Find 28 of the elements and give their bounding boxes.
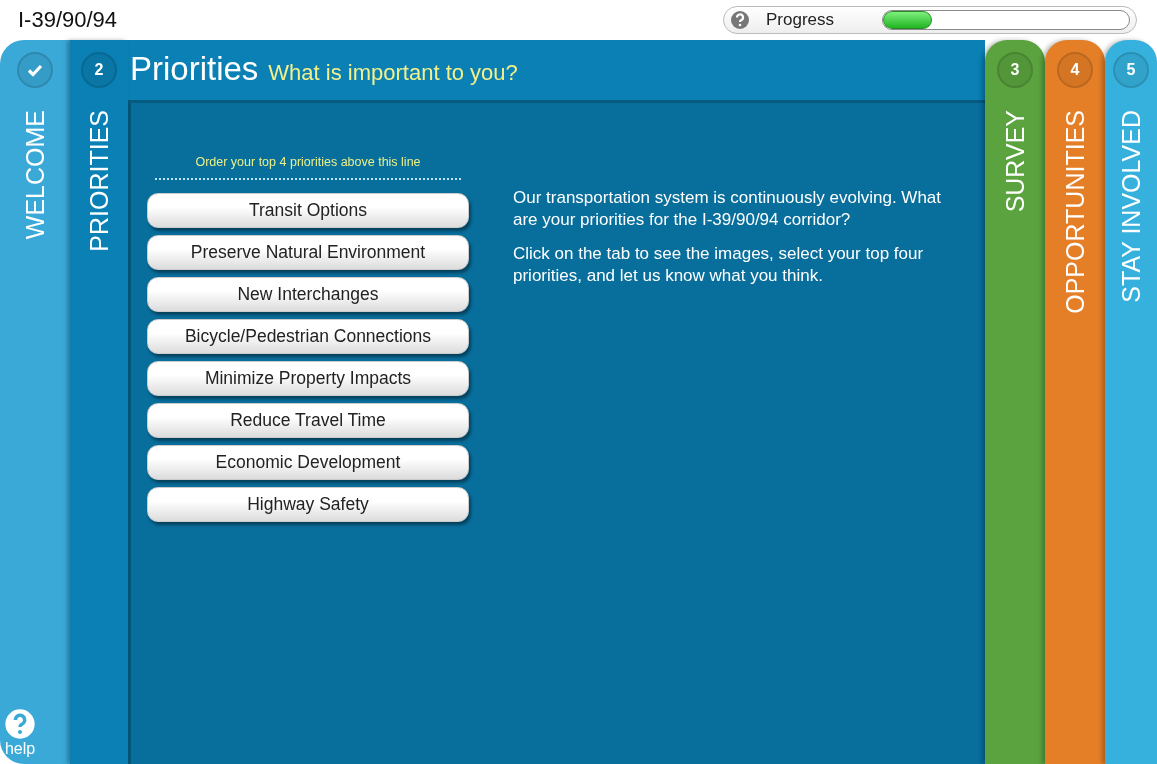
step-label: SURVEY (1000, 110, 1030, 213)
priority-button[interactable]: Transit Options (147, 193, 469, 228)
page-title: Priorities (130, 50, 259, 88)
step-number: 3 (1010, 61, 1020, 79)
page-subtitle: What is important to you? (268, 60, 518, 86)
priority-button[interactable]: Highway Safety (147, 487, 469, 522)
priority-button[interactable]: Bicycle/Pedestrian Connections (147, 319, 469, 354)
site-title: I-39/90/94 (18, 7, 118, 33)
step-tab[interactable]: 2 PRIORITIES (70, 40, 128, 764)
instruction-text: Order your top 4 priorities above this line (194, 155, 422, 169)
intro-paragraph: Click on the tab to see the images, select your top four priorities, and let us know what you think. (513, 243, 925, 287)
step-number: 2 (94, 61, 104, 79)
progress-label: Progress (766, 10, 836, 30)
step-label: OPPORTUNITIES (1060, 110, 1090, 314)
step-number: 5 (1126, 61, 1136, 79)
step-label: STAY INVOLVED (1116, 110, 1146, 303)
step-tab[interactable]: 3 SURVEY (985, 40, 1045, 764)
step-number: 4 (1070, 61, 1080, 79)
help-icon[interactable] (730, 10, 750, 30)
priority-button[interactable]: Minimize Property Impacts (147, 361, 469, 396)
priority-button[interactable]: Economic Development (147, 445, 469, 480)
help-icon[interactable] (4, 708, 36, 740)
step-label: PRIORITIES (84, 110, 114, 252)
intro-paragraph: Our transportation system is continuously evolving. What are your priorities for the I-39/90/94 corridor? (513, 187, 943, 231)
priority-button[interactable]: Preserve Natural Environment (147, 235, 469, 270)
priority-button[interactable]: New Interchanges (147, 277, 469, 312)
step-label: WELCOME (20, 110, 50, 240)
priority-button[interactable]: Reduce Travel Time (147, 403, 469, 438)
